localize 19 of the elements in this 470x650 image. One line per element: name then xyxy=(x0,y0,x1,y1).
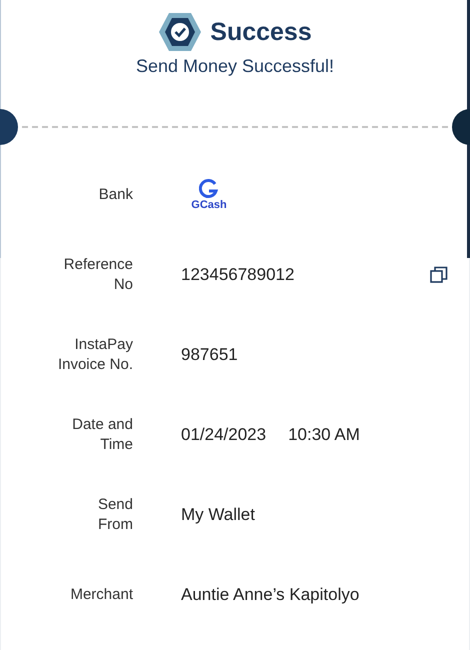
success-title: Success xyxy=(210,18,312,46)
detail-value: 123456789012 xyxy=(181,265,296,285)
detail-label: Send From xyxy=(96,495,133,535)
detail-label: Bank xyxy=(98,185,133,205)
detail-value: My Wallet xyxy=(181,505,256,525)
success-subtitle: Send Money Successful! xyxy=(136,56,334,77)
detail-value: Auntie Anne’s Kapitolyo xyxy=(181,585,360,605)
time-value: 10:30 AM xyxy=(288,425,360,445)
gcash-logo-icon xyxy=(199,179,219,199)
check-badge-icon xyxy=(158,12,202,52)
detail-label: InstaPay Invoice No. xyxy=(56,335,133,375)
date-value: 01/24/2023 xyxy=(181,425,266,445)
bank-name: GCash xyxy=(191,199,227,211)
ticket-notch xyxy=(0,109,18,145)
detail-label: Reference No xyxy=(62,255,133,295)
copy-icon[interactable] xyxy=(430,266,448,284)
detail-value: 987651 xyxy=(181,345,239,365)
detail-label: Date and Time xyxy=(71,415,133,455)
detail-label: Merchant xyxy=(69,585,133,605)
